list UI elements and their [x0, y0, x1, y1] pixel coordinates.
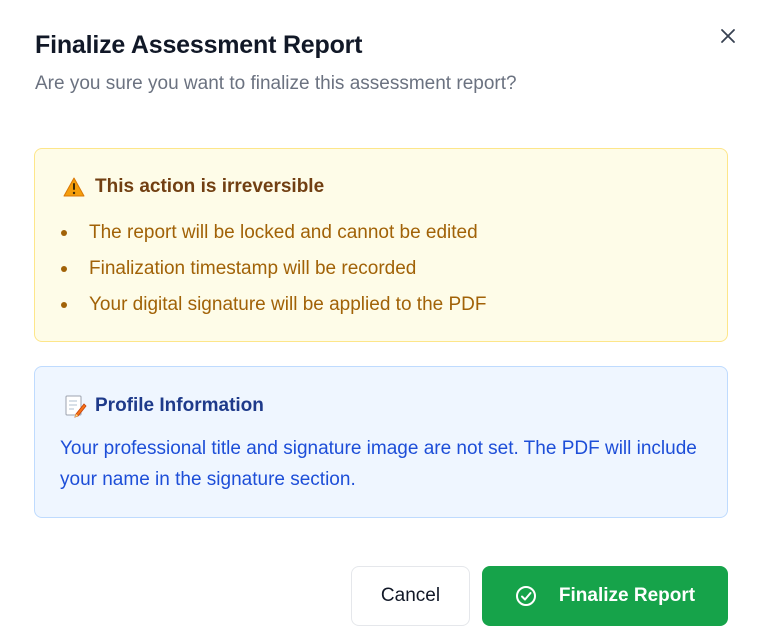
cancel-button[interactable]: Cancel: [351, 566, 470, 626]
profile-info-title: Profile Information: [95, 395, 264, 416]
profile-info-box: Profile Information Your professional ti…: [34, 366, 728, 518]
profile-info-text: Your professional title and signature im…: [60, 438, 697, 490]
close-icon: [721, 29, 735, 43]
warning-item-text: The report will be locked and cannot be …: [89, 222, 478, 243]
warning-title: This action is irreversible: [95, 176, 325, 197]
bullet: [61, 230, 67, 236]
warning-icon: [63, 177, 85, 197]
warning-box: This action is irreversible The report w…: [34, 148, 728, 342]
warning-item-text: Your digital signature will be applied t…: [89, 294, 487, 315]
memo-icon: [65, 395, 87, 418]
finalize-report-button[interactable]: Finalize Report: [482, 566, 728, 626]
check-circle-icon: [515, 586, 536, 606]
dialog-title: Finalize Assessment Report: [35, 31, 363, 59]
bullet: [61, 266, 67, 272]
warning-item: The report will be locked and cannot be …: [61, 215, 486, 251]
warning-item: Finalization timestamp will be recorded: [61, 251, 486, 287]
finalize-button-label: Finalize Report: [558, 585, 696, 606]
warning-header: This action is irreversible: [63, 176, 324, 198]
bullet: [61, 302, 67, 308]
warning-list: The report will be locked and cannot be …: [61, 215, 486, 323]
close-button[interactable]: [714, 22, 742, 50]
profile-info-header: Profile Information: [63, 394, 264, 418]
warning-item-text: Finalization timestamp will be recorded: [89, 258, 417, 279]
warning-item: Your digital signature will be applied t…: [61, 287, 486, 323]
finalize-report-dialog: Finalize Assessment Report Are you sure …: [0, 0, 757, 640]
dialog-subtitle: Are you sure you want to finalize this a…: [35, 73, 517, 94]
